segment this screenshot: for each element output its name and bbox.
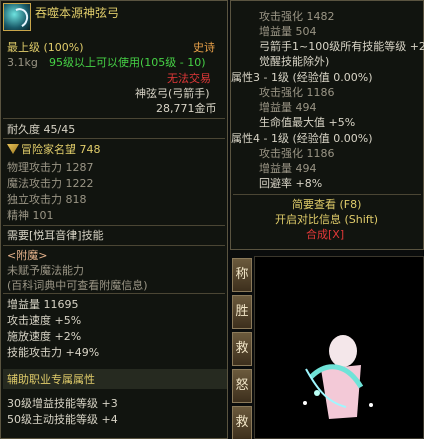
grade-pct: (100%)	[43, 41, 84, 54]
attribute-header: 属性4 - 1级 (经验值 0.00%)	[231, 132, 373, 145]
stat-line: 魔法攻击力 1222	[7, 177, 94, 190]
character-preview	[254, 256, 424, 439]
bonus-line: 攻击速度 +5%	[7, 314, 82, 327]
detail-line: 攻击强化 1186	[259, 147, 335, 160]
usage-requirement: 95级以上可以使用(105级 - 10)	[49, 56, 206, 69]
fame-value: 冒险家名望 748	[21, 143, 101, 156]
item-detail-panel: 攻击强化 1482 增益量 504 弓箭手1~100级所有技能等级 +2 觉醒技…	[230, 0, 424, 250]
trade-status: 无法交易	[167, 72, 211, 85]
item-type: 神弦弓(弓箭手)	[135, 87, 210, 100]
detail-line: 增益量 494	[259, 162, 317, 175]
durability: 耐久度 45/45	[7, 123, 76, 136]
detail-line: 弓箭手1~100级所有技能等级 +2	[259, 40, 424, 53]
detail-line: 增益量 504	[259, 25, 317, 38]
side-tab[interactable]: 怒	[232, 369, 252, 403]
detail-line: 攻击强化 1482	[259, 10, 335, 23]
bonus-line: 施放速度 +2%	[7, 330, 82, 343]
side-tabs: 称 胜 救 怒 救	[232, 258, 252, 439]
side-tab[interactable]: 胜	[232, 295, 252, 329]
bonus-line: 增益量 11695	[7, 298, 79, 311]
divider	[233, 194, 421, 195]
divider	[3, 138, 225, 139]
attribute-header: 属性3 - 1级 (经验值 0.00%)	[231, 71, 373, 84]
bonus-line: 技能攻击力 +49%	[7, 346, 100, 359]
stat-line: 精神 101	[7, 209, 54, 222]
detail-line: 生命值最大值 +5%	[259, 116, 356, 129]
support-line: 30级增益技能等级 +3	[7, 397, 118, 410]
side-tab[interactable]: 救	[232, 332, 252, 366]
divider	[3, 225, 225, 226]
rarity-label: 史诗	[193, 41, 215, 54]
simple-view-button[interactable]: 简要查看 (F8)	[292, 198, 361, 211]
adventurer-fame: 冒险家名望 748	[7, 143, 101, 156]
compare-toggle-button[interactable]: 开启对比信息 (Shift)	[275, 213, 378, 226]
enchant-none: 未赋予魔法能力	[7, 264, 84, 277]
item-tooltip-panel: 吞噬本源神弦弓 最上级 (100%) 史诗 3.1kg 95级以上可以使用(10…	[0, 0, 228, 439]
item-name: 吞噬本源神弦弓	[35, 6, 120, 20]
support-line: 50级主动技能等级 +4	[7, 413, 118, 426]
detail-line: 觉醒技能除外)	[259, 55, 330, 68]
fame-badge-icon	[7, 144, 19, 154]
stat-line: 物理攻击力 1287	[7, 161, 94, 174]
side-tab[interactable]: 救	[232, 406, 252, 439]
divider	[3, 293, 225, 294]
enchant-header: <附魔>	[7, 249, 48, 262]
compose-button[interactable]: 合成[X]	[306, 228, 344, 241]
detail-line: 回避率 +8%	[259, 177, 323, 190]
item-grade: 最上级 (100%)	[7, 41, 84, 54]
item-weight: 3.1kg	[7, 56, 38, 69]
character-figure-image	[303, 335, 373, 419]
item-price: 28,771金币	[156, 102, 217, 115]
divider	[3, 118, 225, 119]
detail-line: 攻击强化 1186	[259, 86, 335, 99]
support-header: 辅助职业专属属性	[7, 373, 95, 386]
enchant-hint: (百科词典中可查看附魔信息)	[7, 279, 148, 292]
grade-label: 最上级	[7, 41, 40, 54]
skill-requirement: 需要[悦耳音律]技能	[7, 229, 104, 242]
divider	[3, 245, 225, 246]
side-tab[interactable]: 称	[232, 258, 252, 292]
bow-icon	[7, 5, 31, 31]
stat-line: 独立攻击力 818	[7, 193, 87, 206]
detail-line: 增益量 494	[259, 101, 317, 114]
item-icon	[3, 3, 31, 31]
